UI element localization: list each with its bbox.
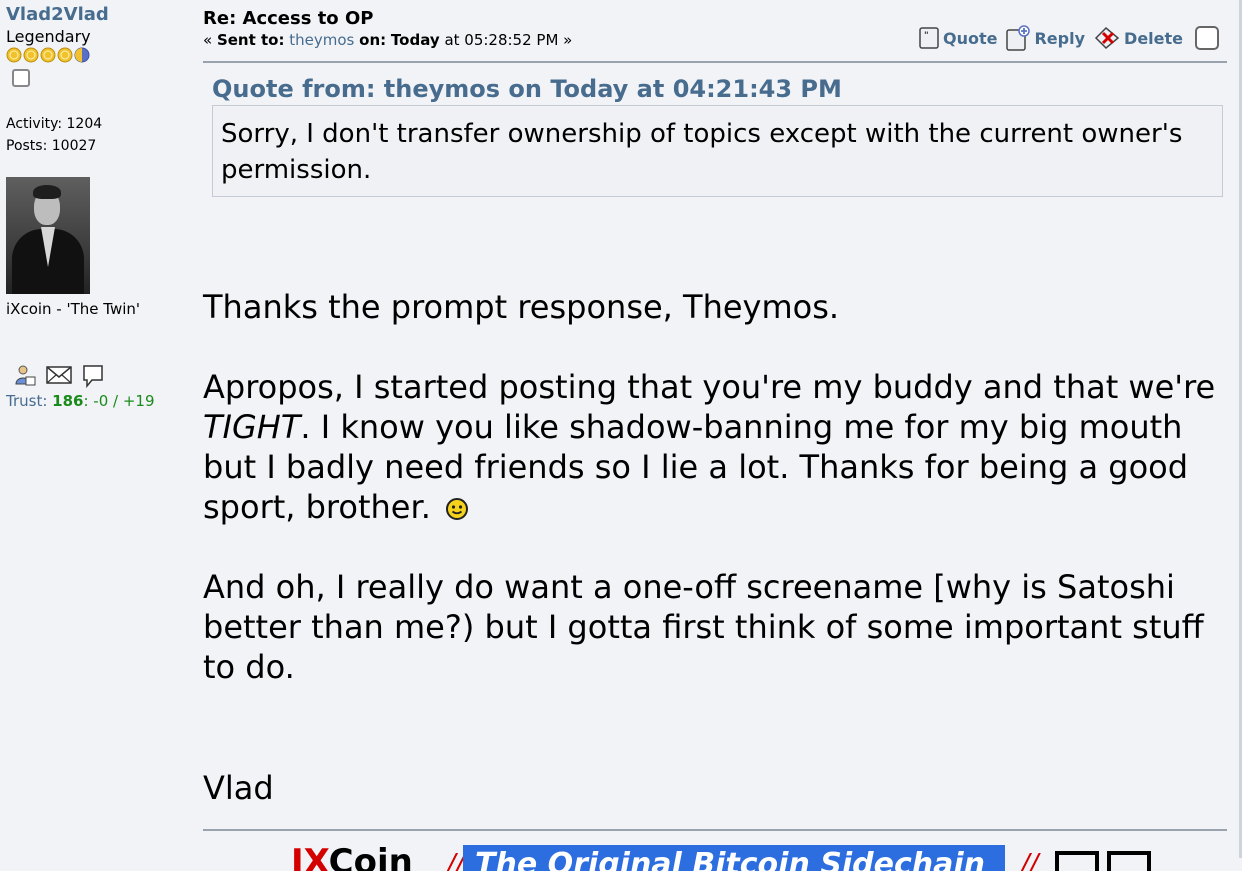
signature-banner[interactable]: IXCoin // The Original Bitcoin Sidechain… <box>203 831 1227 871</box>
body-text: . I know you like shadow-banning me for … <box>203 408 1189 526</box>
quote-label: Quote <box>943 28 998 48</box>
rank-coin-icon <box>57 47 73 63</box>
trust-score: 186 <box>52 392 84 410</box>
reply-icon <box>1006 25 1031 51</box>
banner-slash: // <box>1021 849 1039 871</box>
reply-label: Reply <box>1034 28 1086 48</box>
poster-username[interactable]: Vlad2Vlad <box>6 4 196 25</box>
posts-value: 10027 <box>51 138 97 154</box>
svg-text:": " <box>924 31 929 41</box>
activity-stat: Activity: 1204 <box>6 113 196 135</box>
quote-button[interactable]: " Quote <box>918 26 997 50</box>
trust-line: Trust: 186: -0 / +19 <box>6 392 196 410</box>
body-paragraph: And oh, I really do want a one-off scree… <box>203 568 1204 686</box>
message-icon[interactable] <box>82 364 104 388</box>
rank-coin-icon <box>23 47 39 63</box>
message-actions: " Quote Reply Delete <box>918 24 1219 52</box>
bank-icon <box>1055 851 1099 871</box>
body-paragraph: Thanks the prompt response, Theymos. <box>203 288 840 326</box>
delete-button[interactable]: Delete <box>1093 25 1183 51</box>
online-status-icon <box>12 69 30 87</box>
select-message-checkbox[interactable] <box>1195 26 1219 50</box>
activity-value: 1204 <box>66 116 103 132</box>
bank-icon <box>1107 851 1151 871</box>
on-label: on: <box>359 31 387 49</box>
quote-box: Sorry, I don't transfer ownership of top… <box>212 105 1223 197</box>
smiley-icon <box>445 498 468 520</box>
sent-to-label: Sent to: <box>216 31 285 49</box>
delete-icon <box>1094 26 1120 50</box>
poster-stats: Activity: 1204 Posts: 10027 <box>6 113 196 157</box>
date-time: at 05:28:52 PM » <box>444 31 573 49</box>
banner-tagline: The Original Bitcoin Sidechain <box>463 845 1005 871</box>
body-paragraph: Apropos, I started posting that you're m… <box>203 367 1227 527</box>
body-text: Apropos, I started posting that you're m… <box>203 368 1216 406</box>
meta-prefix: « <box>203 31 217 49</box>
rank-coin-icon <box>6 47 22 63</box>
recipient-link[interactable]: theymos <box>289 31 354 49</box>
brand-rest: Coin <box>328 842 413 871</box>
avatar <box>6 177 90 294</box>
message-post: Re: Access to OP « Sent to: theymos on: … <box>203 8 1227 871</box>
body-italic: TIGHT <box>203 408 301 446</box>
reply-button[interactable]: Reply <box>1005 24 1085 52</box>
quote-header-link[interactable]: Quote from: theymos on Today at 04:21:43… <box>212 75 1227 103</box>
message-body: Thanks the prompt response, Theymos. Apr… <box>203 287 1227 687</box>
posts-label: Posts: <box>6 138 48 154</box>
signoff: Vlad <box>203 769 274 807</box>
banner-slash: // <box>447 849 465 871</box>
poster-info: Vlad2Vlad Legendary Activity: 1204 Posts… <box>6 4 196 410</box>
quote-icon: " <box>919 27 939 49</box>
rank-half-coin-icon <box>74 47 90 63</box>
brand-ix: IX <box>291 842 329 871</box>
trust-link[interactable]: Trust: <box>6 392 47 410</box>
date-day: Today <box>390 31 440 49</box>
poster-rank: Legendary <box>6 27 91 46</box>
profile-icon[interactable] <box>14 364 36 386</box>
rank-stars <box>6 47 196 63</box>
activity-label: Activity: <box>6 116 63 132</box>
header-divider <box>203 61 1227 63</box>
email-icon[interactable] <box>46 364 72 386</box>
personal-text: iXcoin - 'The Twin' <box>6 300 141 318</box>
contact-icons <box>14 364 196 388</box>
trust-delta: : -0 / +19 <box>83 392 155 410</box>
rank-coin-icon <box>40 47 56 63</box>
brand-logo: IXCoin <box>291 845 413 871</box>
posts-stat: Posts: 10027 <box>6 135 196 157</box>
delete-label: Delete <box>1124 28 1183 48</box>
